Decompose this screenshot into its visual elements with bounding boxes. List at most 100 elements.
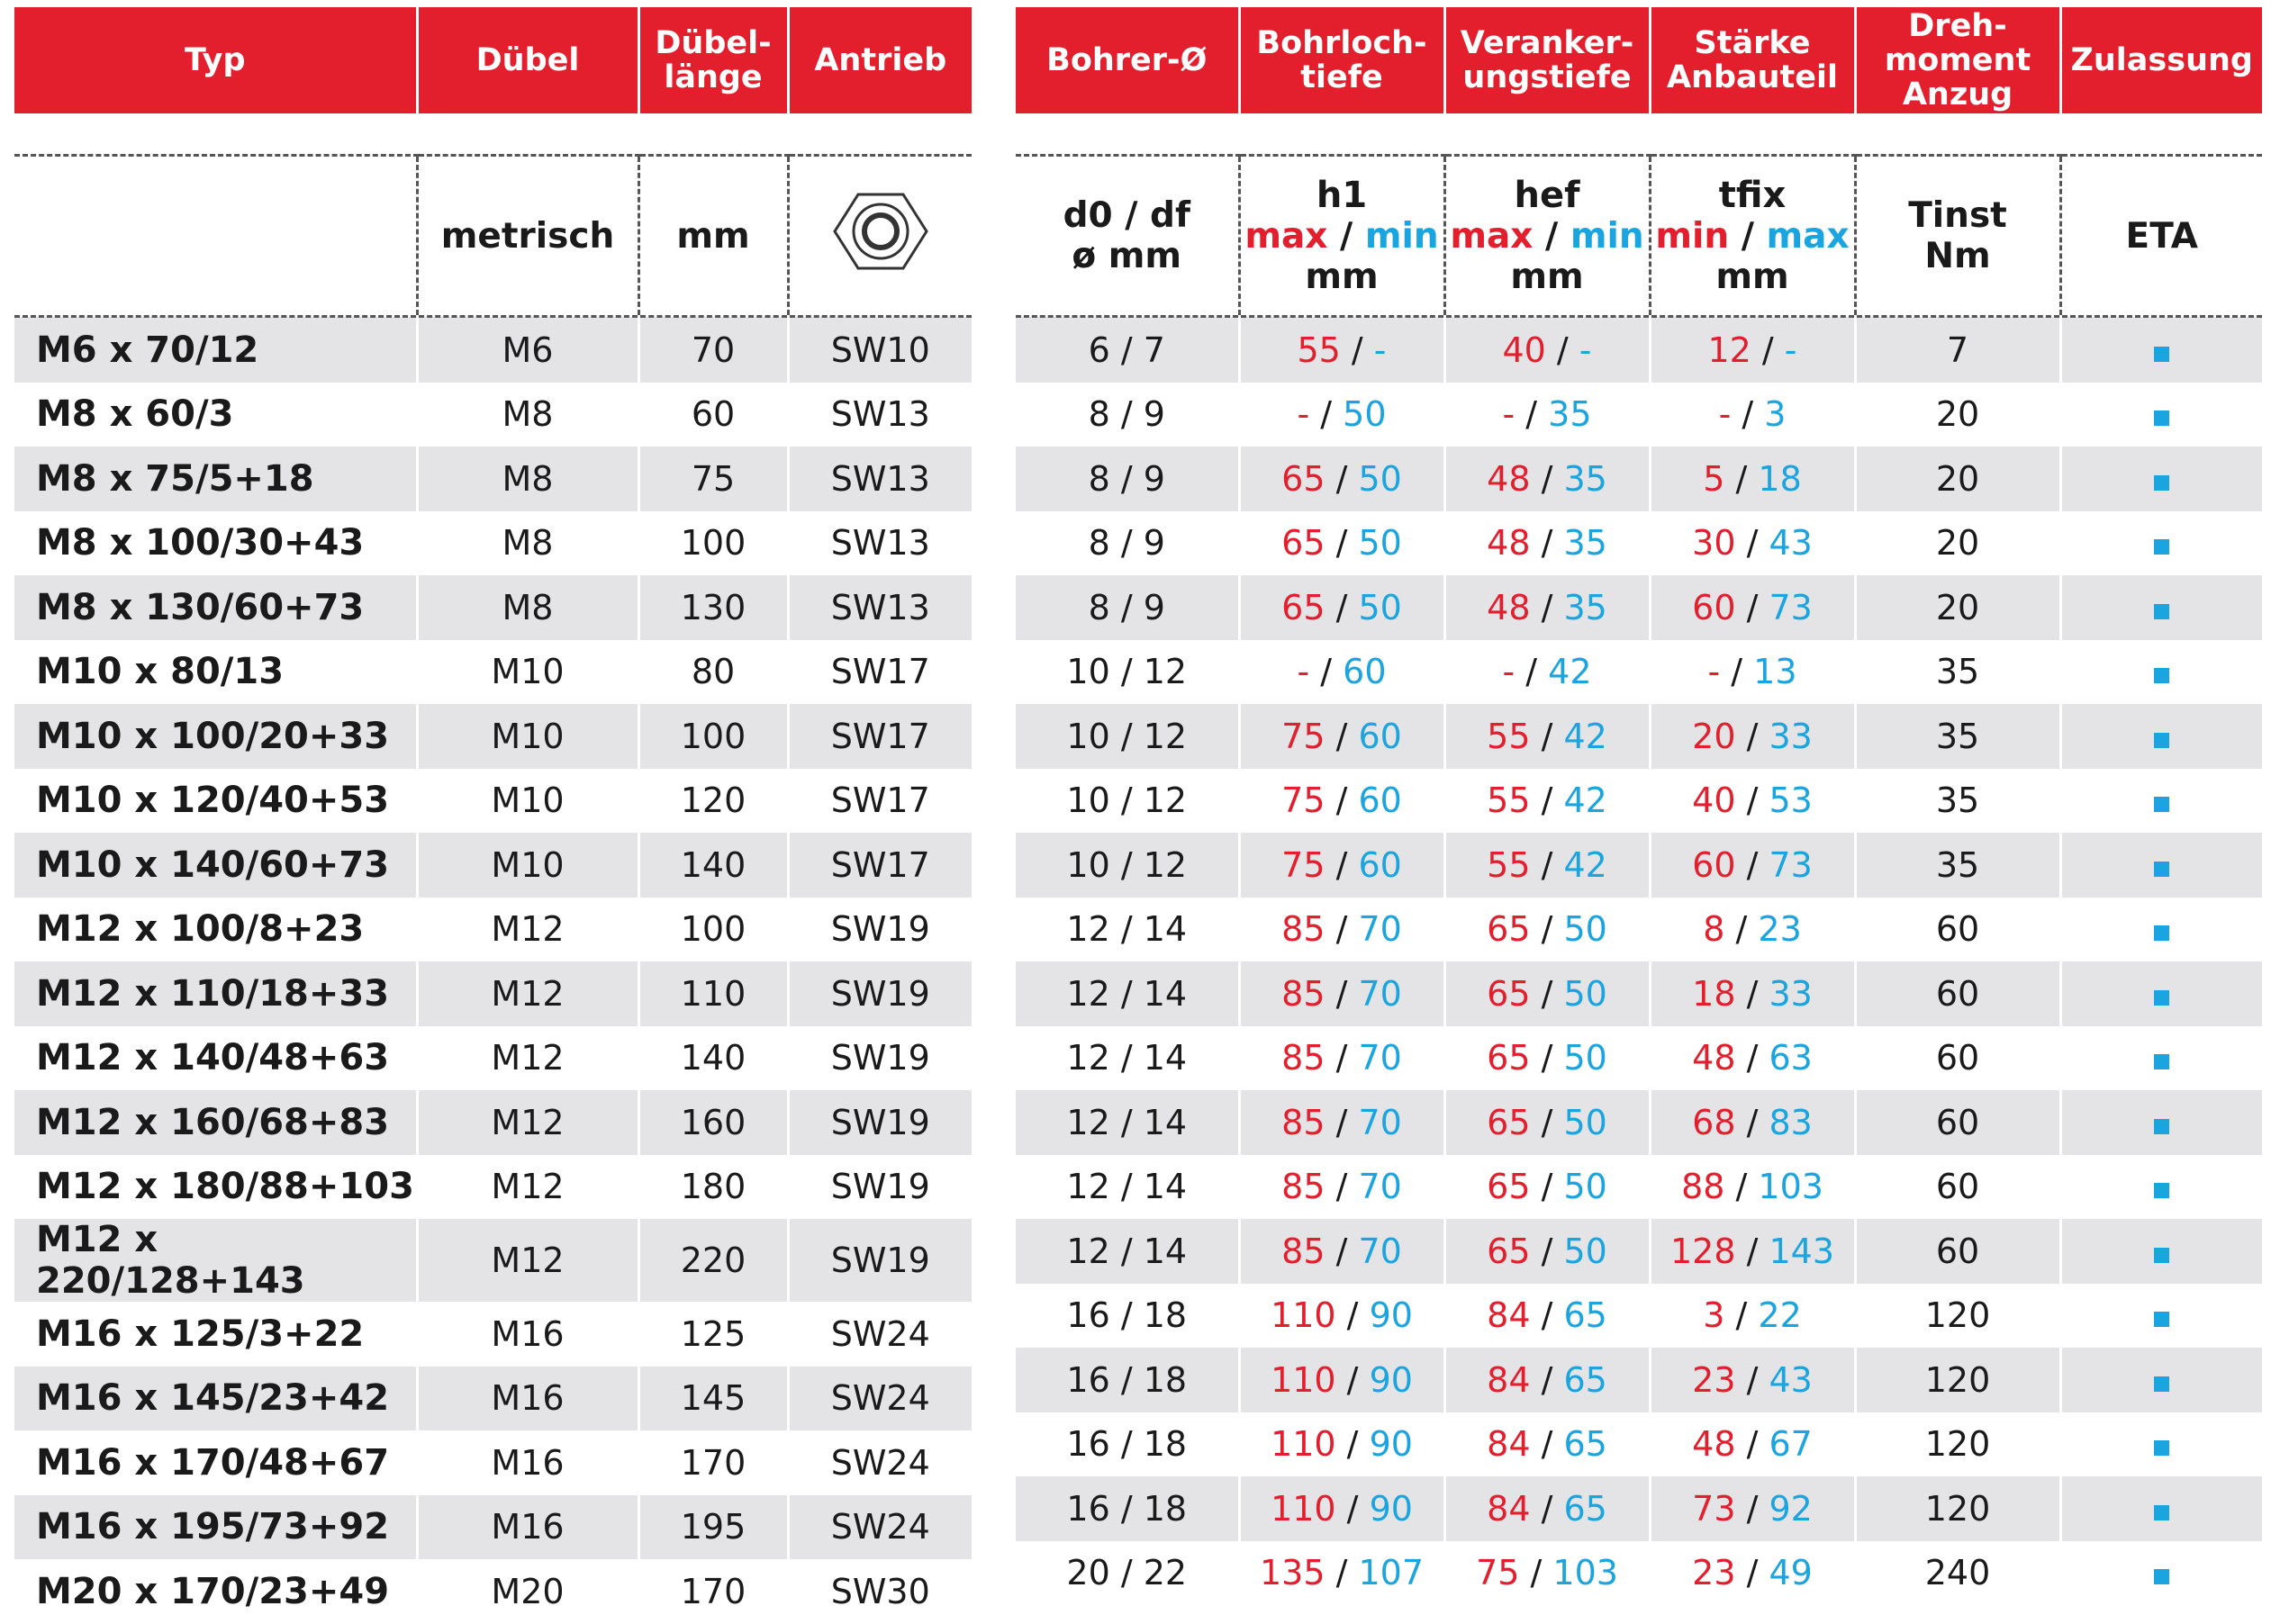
cell-typ: M8 x 75/5+18 xyxy=(14,447,419,511)
cell-laenge: 130 xyxy=(638,575,790,640)
table-row: 12 / 14 85 / 70 65 / 50 8 / 23 60 xyxy=(1016,897,2262,961)
cell-h1: 65 / 50 xyxy=(1239,510,1446,575)
cell-antrieb: SW17 xyxy=(830,652,930,692)
table-row: M12 x 140/48+63 M12 140 SW19 xyxy=(14,1025,972,1090)
cell-bohrer: 12 / 14 xyxy=(1016,1154,1241,1219)
cell-typ: M16 x 145/23+42 xyxy=(14,1366,419,1430)
cell-eta xyxy=(2060,961,2262,1026)
eta-approval-icon xyxy=(2154,411,2170,427)
eta-approval-icon xyxy=(2154,1376,2170,1392)
cell-h1: 110 / 90 xyxy=(1239,1348,1446,1412)
cell-tfix: 30 / 43 xyxy=(1650,510,1857,575)
cell-eta xyxy=(2060,1090,2262,1155)
cell-hef: 65 / 50 xyxy=(1444,961,1651,1026)
cell-tfix: 73 / 92 xyxy=(1650,1476,1857,1541)
table-row: M10 x 120/40+53 M10 120 SW17 xyxy=(14,768,972,833)
cell-antrieb: SW19 xyxy=(830,1167,930,1207)
cell-h1: 75 / 60 xyxy=(1239,833,1446,898)
table-row: 12 / 14 85 / 70 65 / 50 18 / 33 60 xyxy=(1016,961,2262,1026)
cell-typ: M10 x 100/20+33 xyxy=(14,704,419,769)
cell-eta xyxy=(2060,447,2262,511)
cell-bohrer: 10 / 12 xyxy=(1016,768,1241,833)
cell-tinst: 20 xyxy=(1855,510,2062,575)
cell-duebel: M6 xyxy=(417,316,640,383)
cell-hef: 48 / 35 xyxy=(1444,447,1651,511)
cell-bohrer: 8 / 9 xyxy=(1016,575,1241,640)
eta-approval-icon xyxy=(2154,474,2170,491)
cell-eta xyxy=(2060,1026,2262,1091)
eta-approval-icon xyxy=(2154,668,2170,684)
cell-antrieb: SW19 xyxy=(788,1090,972,1155)
cell-typ: M8 x 60/3 xyxy=(14,382,419,447)
cell-eta xyxy=(2060,1476,2262,1541)
cell-typ: M8 x 100/30+43 xyxy=(14,510,419,575)
table-row: M12 x 160/68+83 M12 160 SW19 xyxy=(14,1090,972,1155)
cell-eta xyxy=(2060,316,2262,383)
table-row: 12 / 14 85 / 70 65 / 50 128 / 143 60 xyxy=(1016,1219,2262,1284)
cell-eta xyxy=(2060,1412,2262,1477)
table-row: M10 x 80/13 M10 80 SW17 xyxy=(14,639,972,704)
eta-approval-icon xyxy=(2154,1312,2170,1328)
table-row: 8 / 9 65 / 50 48 / 35 60 / 73 20 xyxy=(1016,575,2262,640)
cell-tinst: 7 xyxy=(1855,316,2062,383)
cell-h1: - / 60 xyxy=(1239,639,1446,704)
cell-antrieb: SW17 xyxy=(788,833,972,898)
table-row: M8 x 130/60+73 M8 130 SW13 xyxy=(14,575,972,640)
table-row: M12 x 110/18+33 M12 110 SW19 xyxy=(14,961,972,1026)
cell-duebel: M16 xyxy=(417,1302,640,1367)
table-row: 16 / 18 110 / 90 84 / 65 23 / 43 120 xyxy=(1016,1348,2262,1412)
unit-eta: ETA xyxy=(2058,154,2262,318)
cell-antrieb: SW10 xyxy=(788,316,972,383)
left-table: Typ Dübel Dübel- länge Antrieb metrisch … xyxy=(14,7,972,1624)
cell-bohrer: 20 / 22 xyxy=(1016,1540,1241,1605)
cell-h1: 85 / 70 xyxy=(1239,961,1446,1026)
cell-tfix: 60 / 73 xyxy=(1650,575,1857,640)
table-row: M16 x 170/48+67 M16 170 SW24 xyxy=(14,1430,972,1495)
cell-tinst: 35 xyxy=(1855,639,2062,704)
unit-metrisch: metrisch xyxy=(415,154,638,318)
cell-tinst: 120 xyxy=(1855,1476,2062,1541)
header-staerke-anbauteil: Stärke Anbauteil xyxy=(1650,7,1857,113)
cell-tfix: 48 / 63 xyxy=(1650,1025,1857,1090)
cell-tinst: 120 xyxy=(1855,1348,2062,1412)
cell-tfix: - / 13 xyxy=(1650,639,1857,704)
cell-duebel: M10 xyxy=(417,833,640,898)
cell-bohrer: 16 / 18 xyxy=(1016,1476,1241,1541)
cell-antrieb: SW13 xyxy=(788,575,972,640)
cell-tfix: 23 / 49 xyxy=(1650,1540,1857,1605)
cell-tfix: 3 / 22 xyxy=(1650,1283,1857,1348)
cell-tinst: 60 xyxy=(1855,961,2062,1026)
cell-typ: M10 x 120/40+53 xyxy=(14,768,419,833)
table-row: 20 / 22 135 / 107 75 / 103 23 / 49 240 xyxy=(1016,1540,2262,1605)
cell-tfix: 5 / 18 xyxy=(1650,447,1857,511)
cell-laenge: 145 xyxy=(638,1366,790,1430)
cell-laenge: 70 xyxy=(638,316,790,383)
right-table: Bohrer-Ø Bohrloch- tiefe Veranker- ungst… xyxy=(1016,7,2262,1605)
eta-approval-icon xyxy=(2154,1247,2170,1263)
table-row: 10 / 12 75 / 60 55 / 42 20 / 33 35 xyxy=(1016,704,2262,769)
cell-tinst: 60 xyxy=(1855,1025,2062,1090)
cell-hef: 84 / 65 xyxy=(1444,1283,1651,1348)
table-row: 16 / 18 110 / 90 84 / 65 48 / 67 120 xyxy=(1016,1412,2262,1477)
table-row: 12 / 14 85 / 70 65 / 50 88 / 103 60 xyxy=(1016,1154,2262,1220)
table-row: 12 / 14 85 / 70 65 / 50 68 / 83 60 xyxy=(1016,1090,2262,1155)
cell-hef: 48 / 35 xyxy=(1444,510,1651,575)
cell-eta xyxy=(2060,575,2262,640)
cell-laenge: 195 xyxy=(638,1494,790,1559)
cell-tinst: 20 xyxy=(1855,382,2062,447)
cell-duebel: M12 xyxy=(417,1219,640,1302)
cell-eta xyxy=(2060,511,2262,576)
cell-typ: M12 x 160/68+83 xyxy=(14,1090,419,1155)
cell-tinst: 120 xyxy=(1855,1283,2062,1348)
cell-tinst: 60 xyxy=(1855,1154,2062,1219)
cell-antrieb: SW19 xyxy=(788,1219,972,1302)
cell-bohrer: 16 / 18 xyxy=(1016,1348,1241,1412)
cell-bohrer: 10 / 12 xyxy=(1016,833,1241,898)
cell-eta xyxy=(2060,1155,2262,1220)
cell-h1: 110 / 90 xyxy=(1239,1476,1446,1541)
cell-hef: 84 / 65 xyxy=(1444,1412,1651,1476)
eta-approval-icon xyxy=(2154,1054,2170,1070)
eta-approval-icon xyxy=(2154,1183,2170,1199)
header-duebel-laenge: Dübel- länge xyxy=(638,7,790,113)
cell-tfix: 88 / 103 xyxy=(1650,1154,1857,1219)
